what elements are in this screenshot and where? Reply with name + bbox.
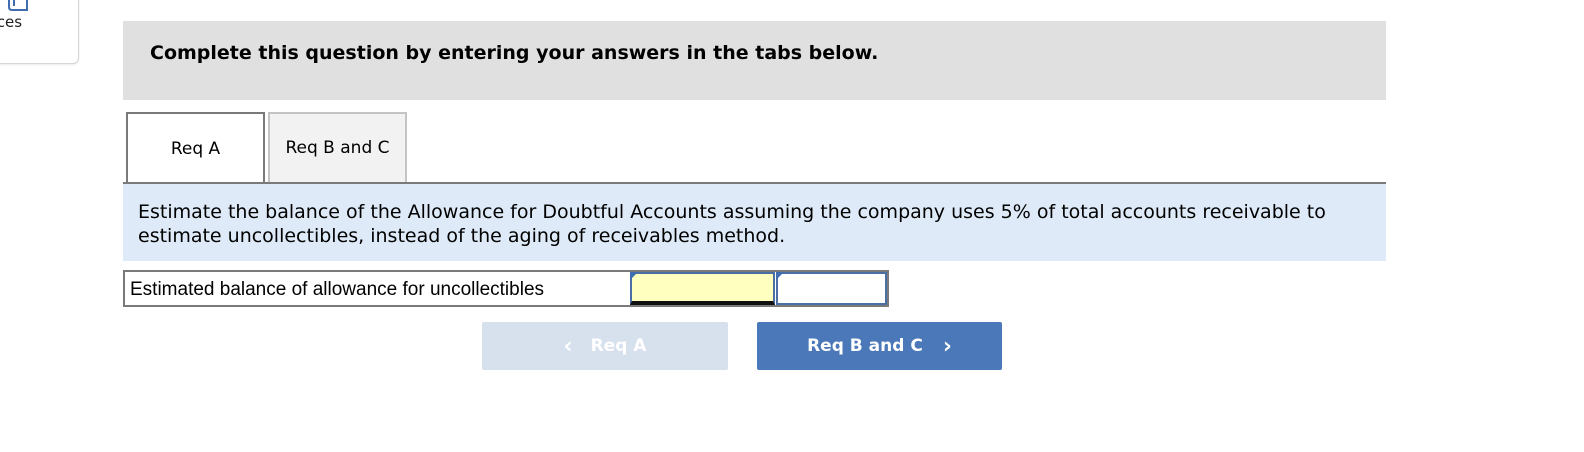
tab-label: Req A [170, 139, 221, 159]
chevron-right-icon: › [942, 333, 952, 359]
tab-label: Req B and C [285, 138, 390, 158]
prev-req-a-button[interactable]: ‹ Req A [482, 322, 728, 370]
references-label: erences [0, 13, 23, 31]
next-button-label: Req B and C [807, 336, 923, 356]
header-instruction: Complete this question by entering your … [150, 42, 879, 64]
prev-button-label: Req A [590, 336, 647, 356]
references-panel[interactable]: erences [0, 0, 79, 64]
cell-marker-icon [630, 272, 638, 280]
answer-label: Estimated balance of allowance for uncol… [130, 279, 545, 300]
allowance-balance-input[interactable] [630, 272, 775, 305]
chevron-left-icon: ‹ [563, 333, 573, 359]
tab-req-a[interactable]: Req A [126, 112, 265, 184]
question-header: Complete this question by entering your … [123, 21, 1386, 100]
cell-marker-icon [776, 272, 784, 280]
next-req-b-and-c-button[interactable]: Req B and C › [757, 322, 1002, 370]
book-icon [8, 0, 28, 11]
requirement-instructions: Estimate the balance of the Allowance fo… [123, 184, 1386, 261]
answer-table-row: Estimated balance of allowance for uncol… [123, 270, 889, 307]
tab-req-b-and-c[interactable]: Req B and C [268, 112, 407, 182]
allowance-balance-cell[interactable] [776, 272, 887, 305]
instruction-text: Estimate the balance of the Allowance fo… [138, 201, 1326, 247]
